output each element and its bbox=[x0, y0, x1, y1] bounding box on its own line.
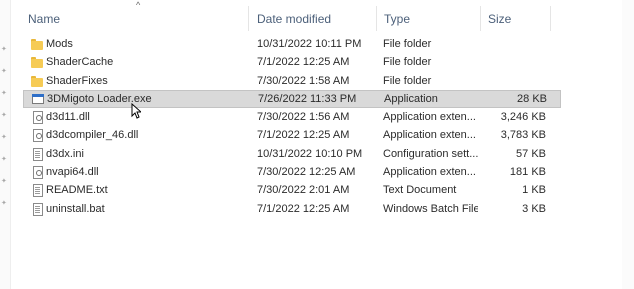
file-date-modified: 7/1/2022 12:25 AM bbox=[257, 56, 350, 69]
file-name: d3d11.dll bbox=[46, 111, 90, 124]
pin-icon: ✦ bbox=[1, 46, 7, 53]
file-row[interactable]: 3DMigoto Loader.exe 7/26/2022 11:33 PM App… bbox=[23, 89, 561, 109]
folder-icon bbox=[31, 38, 43, 50]
dll-file-icon bbox=[31, 129, 43, 143]
file-row[interactable]: d3d11.dll 7/30/2022 1:56 AM Application ex… bbox=[10, 108, 634, 126]
dll-file-icon bbox=[31, 111, 43, 125]
pin-icon: ✦ bbox=[1, 68, 7, 75]
file-size: 57 KB bbox=[516, 147, 546, 160]
file-date-modified: 7/30/2022 1:58 AM bbox=[257, 74, 350, 87]
pin-icon: ✦ bbox=[1, 156, 7, 163]
column-header-type[interactable]: Type bbox=[380, 11, 484, 27]
config-file-icon bbox=[31, 147, 43, 161]
file-name: 3DMigoto Loader.exe bbox=[47, 92, 152, 105]
application-icon bbox=[32, 93, 44, 105]
file-date-modified: 10/31/2022 10:11 PM bbox=[257, 38, 362, 50]
file-date-modified: 7/30/2022 2:01 AM bbox=[257, 184, 350, 197]
file-type: Application exten... bbox=[383, 166, 476, 179]
column-divider[interactable] bbox=[376, 6, 377, 31]
vertical-scrollbar[interactable] bbox=[622, 0, 634, 289]
file-size: 28 KB bbox=[517, 92, 547, 105]
file-row[interactable]: nvapi64.dll 7/30/2022 12:25 AM Application… bbox=[10, 163, 634, 181]
file-type: Application bbox=[384, 92, 438, 105]
file-type: File folder bbox=[383, 56, 432, 69]
column-header-name[interactable]: Name bbox=[24, 11, 248, 27]
pin-icon: ✦ bbox=[1, 178, 7, 185]
column-header-date-modified[interactable]: Date modified bbox=[253, 11, 377, 27]
file-type: File folder bbox=[383, 74, 432, 87]
file-explorer-view: ✦ ✦ ✦ ✦ ✦ ✦ ✦ ✦ ^ Name Date modified Typ… bbox=[0, 0, 634, 289]
file-name: uninstall.bat bbox=[46, 202, 105, 215]
file-size: 181 KB bbox=[509, 166, 546, 179]
file-date-modified: 7/30/2022 1:56 AM bbox=[257, 111, 350, 124]
text-file-icon bbox=[31, 184, 43, 198]
mouse-cursor-icon bbox=[131, 103, 141, 119]
file-type: Configuration sett... bbox=[383, 147, 478, 160]
file-name: ShaderCache bbox=[46, 56, 114, 69]
file-size: 3 KB bbox=[522, 202, 546, 215]
column-header-bar: ^ Name Date modified Type Size bbox=[10, 0, 634, 35]
file-name: Mods bbox=[46, 38, 73, 50]
file-date-modified: 7/30/2022 12:25 AM bbox=[257, 166, 356, 179]
file-date-modified: 7/1/2022 12:25 AM bbox=[257, 129, 350, 142]
column-divider[interactable] bbox=[248, 6, 249, 31]
file-name: d3dcompiler_46.dll bbox=[46, 129, 139, 142]
file-type: Application exten... bbox=[383, 111, 476, 124]
file-name: ShaderFixes bbox=[46, 74, 108, 87]
file-type: Windows Batch File bbox=[383, 202, 478, 215]
folder-icon bbox=[31, 56, 43, 69]
file-date-modified: 7/26/2022 11:33 PM bbox=[258, 92, 357, 105]
file-size: 3,246 KB bbox=[500, 111, 546, 124]
pin-icon: ✦ bbox=[1, 200, 7, 207]
file-name: nvapi64.dll bbox=[46, 166, 99, 179]
file-date-modified: 7/1/2022 12:25 AM bbox=[257, 202, 350, 215]
column-divider[interactable] bbox=[550, 6, 551, 31]
pin-icon: ✦ bbox=[1, 90, 7, 97]
batch-file-icon bbox=[31, 202, 43, 216]
file-row[interactable]: d3dcompiler_46.dll 7/1/2022 12:25 AM Appli… bbox=[10, 126, 634, 144]
file-row[interactable]: uninstall.bat 7/1/2022 12:25 AM Windows Ba… bbox=[10, 200, 634, 218]
file-row[interactable]: ShaderFixes 7/30/2022 1:58 AM File folder bbox=[10, 72, 634, 90]
column-header-size[interactable]: Size bbox=[484, 11, 548, 27]
pin-icon: ✦ bbox=[1, 134, 7, 141]
file-size: 3,783 KB bbox=[500, 129, 546, 142]
file-size: 1 KB bbox=[522, 184, 546, 197]
file-list: Mods 10/31/2022 10:11 PM File folder Shader… bbox=[10, 35, 634, 218]
file-date-modified: 10/31/2022 10:10 PM bbox=[257, 147, 363, 160]
file-row[interactable]: ShaderCache 7/1/2022 12:25 AM File folder bbox=[10, 53, 634, 71]
file-type: File folder bbox=[383, 38, 432, 50]
file-type: Application exten... bbox=[383, 129, 476, 142]
pin-icon: ✦ bbox=[1, 112, 7, 119]
file-name: README.txt bbox=[46, 184, 108, 197]
file-row[interactable]: d3dx.ini 10/31/2022 10:10 PM Configuration… bbox=[10, 145, 634, 163]
sort-ascending-icon: ^ bbox=[136, 0, 141, 10]
column-divider[interactable] bbox=[480, 6, 481, 31]
dll-file-icon bbox=[31, 166, 43, 180]
file-name: d3dx.ini bbox=[46, 147, 84, 160]
folder-icon bbox=[31, 75, 43, 87]
file-type: Text Document bbox=[383, 184, 457, 197]
file-row[interactable]: README.txt 7/30/2022 2:01 AM Text Document… bbox=[10, 181, 634, 199]
file-row[interactable]: Mods 10/31/2022 10:11 PM File folder bbox=[10, 35, 634, 53]
